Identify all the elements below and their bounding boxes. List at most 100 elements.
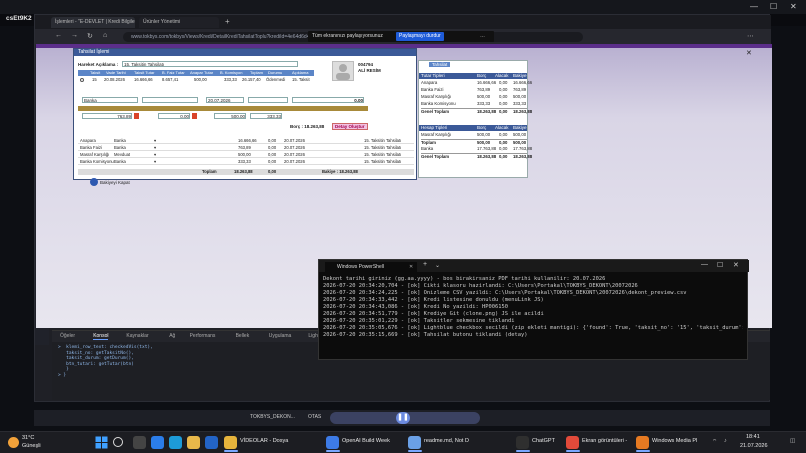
table-row[interactable]: Banka Faizi Banka 763,89 0,00 20.07.2026 15. …	[78, 145, 414, 151]
clock-date: 21.07.2026	[740, 443, 768, 449]
minimize-icon[interactable]: —	[750, 2, 758, 11]
taskbar-app-label[interactable]: Ekran görüntüleri -	[582, 438, 627, 444]
devtools-tab[interactable]: Performans	[190, 333, 216, 339]
dropdown-arrow-icon[interactable]: ▾	[154, 145, 156, 151]
browser-tabbar: İşlemleri - "E-DEVLET | Kredi Bilgileri"…	[35, 15, 771, 29]
taskbar-app-indicator	[516, 450, 530, 452]
table-cell[interactable]: Mevduat	[114, 152, 130, 158]
islem-sub-select[interactable]	[142, 97, 198, 103]
devtools-tab[interactable]: Bellek	[236, 333, 250, 339]
taskbar-app-icon[interactable]	[566, 436, 579, 449]
share-more-icon[interactable]: …	[480, 31, 485, 42]
start-icon[interactable]	[95, 436, 108, 449]
explorer-icon[interactable]	[187, 436, 200, 449]
terminal-dropdown-icon[interactable]: ⌄	[435, 262, 440, 269]
ps-minimize-icon[interactable]: —	[701, 261, 708, 268]
remote-task-2[interactable]: OTAS	[308, 414, 321, 420]
new-tab-icon[interactable]: +	[225, 17, 230, 26]
weather-icon[interactable]	[8, 437, 19, 448]
close-icon[interactable]: ✕	[790, 2, 797, 11]
devtools-tab[interactable]: Ağ	[169, 333, 175, 339]
dropdown-arrow-icon[interactable]: ▾	[154, 138, 156, 144]
home-icon[interactable]: ⌂	[103, 32, 107, 39]
taksit-header: Taksit Vade Tarihi Taksit Tutar B. Faiz …	[78, 70, 314, 76]
volume-icon[interactable]: ♪	[724, 438, 727, 444]
menu-icon[interactable]: ⋯	[747, 32, 754, 40]
hareket-input[interactable]: 15. Taksitin Tahsilatı	[122, 61, 298, 67]
tahsilat-top-button[interactable]: Tahsilat	[429, 62, 451, 67]
faiz-input[interactable]: 763,89	[82, 113, 132, 119]
dekont-tarih-label: Dekont Tarihi	[214, 89, 238, 94]
taskbar-app-icon[interactable]	[224, 436, 237, 449]
browser-tab-2[interactable]: Ürünler Yönetimi	[139, 17, 219, 28]
devtools-tab[interactable]: Konsol	[93, 333, 109, 340]
dekont-tarih-input[interactable]: 20.07.2026	[206, 97, 244, 103]
taskbar-app-label[interactable]: Windows Media Pl	[652, 438, 697, 444]
stop-sharing-button[interactable]: Paylaşmayı durdur	[396, 32, 444, 41]
dropdown-arrow-icon[interactable]: ▾	[154, 159, 156, 165]
console-output[interactable]: > klemi_row_text: checkedVis(txt), taksi…	[58, 345, 358, 395]
rp-cell: 17.763,88	[477, 146, 497, 151]
rp2-row: Banka 17.763,88 0,00 17.763,88	[421, 146, 532, 152]
page-close-icon[interactable]: ✕	[746, 49, 752, 57]
table-cell[interactable]: Banka	[114, 159, 126, 165]
maximize-icon[interactable]: ☐	[770, 2, 777, 11]
bakiye-kapat-icon[interactable]	[90, 178, 98, 186]
dekont-no-input[interactable]	[248, 97, 288, 103]
devtools-tab[interactable]: Uygulama	[269, 333, 292, 339]
table-row[interactable]: Anapara Banka 16.666,66 0,00 20.07.2026 15. T…	[78, 138, 414, 144]
masraf-input[interactable]: 500,00	[214, 113, 246, 119]
tahsilat-tutari-label: Tahsilat Tutarı	[302, 89, 327, 94]
taksit-row[interactable]: 15 20.08.2026 16.666,66 8.657,41 500,00 …	[78, 77, 314, 83]
mail-icon[interactable]	[205, 436, 218, 449]
taskbar-app-icon[interactable]	[408, 436, 421, 449]
search-icon[interactable]	[113, 437, 123, 447]
powershell-output[interactable]: Dekont tarihi giriniz (gg.aa.yyyy) - bos…	[323, 276, 743, 358]
taskbar-app-icon[interactable]	[636, 436, 649, 449]
taksit-radio[interactable]	[80, 78, 84, 82]
taksit-komisyon: 333,33	[224, 77, 237, 82]
taskbar-app-label[interactable]: VİDEOLAR - Dosya	[240, 438, 288, 444]
detay-olustur-button[interactable]: Detay Oluştur	[332, 123, 368, 130]
table-row[interactable]: Masraf Karşılığı Mevduat 500,00 0,00 20.07.2…	[78, 152, 414, 158]
tab-close-icon[interactable]: ✕	[409, 262, 413, 272]
reload-icon[interactable]: ↻	[87, 32, 93, 40]
forward-icon[interactable]: →	[71, 32, 78, 39]
dropdown-arrow-icon[interactable]: ▾	[154, 152, 156, 158]
taskbar-app-label[interactable]: OpenAI Build Week	[342, 438, 390, 444]
pause-icon[interactable]: ❚❚	[396, 412, 410, 424]
browser-tab-1[interactable]: İşlemleri - "E-DEVLET | Kredi Bilgileri"	[51, 17, 135, 28]
devtools-tab[interactable]: Kaynaklar	[126, 333, 148, 339]
komisyon-input[interactable]: 333,33	[250, 113, 282, 119]
taksit-toplam: 26.157,40	[242, 77, 261, 82]
task-view-icon[interactable]	[133, 436, 146, 449]
remote-task-1[interactable]: TOKBYS_DEKON...	[250, 414, 295, 420]
hesap-tipleri-header: Hesap Tipleri Borç Alacak Bakiye	[419, 125, 527, 131]
faiz-remove-icon[interactable]	[134, 113, 139, 119]
tahsilat-tutari-input[interactable]: 0,00	[292, 97, 364, 103]
store-icon[interactable]	[169, 436, 182, 449]
alacak-remove-icon[interactable]	[192, 113, 197, 119]
taskbar-app-label[interactable]: readme.md, Not D	[424, 438, 469, 444]
taskbar-app-label[interactable]: ChatGPT	[532, 438, 555, 444]
edge-icon[interactable]	[151, 436, 164, 449]
notification-icon[interactable]: ◫	[790, 438, 795, 444]
toplam-borc: 18.263,88	[234, 169, 253, 174]
taskbar-app-icon[interactable]	[516, 436, 529, 449]
ps-close-icon[interactable]: ✕	[733, 261, 739, 269]
bakiye-kapat-button[interactable]: Bakiyeyi Kapat	[100, 180, 130, 185]
table-row[interactable]: Banka Komisyonu Banka 333,33 0,00 20.07.2026…	[78, 159, 414, 165]
devtools-tab[interactable]: Öğeler	[60, 333, 75, 339]
wifi-icon[interactable]: ⌔	[712, 438, 717, 445]
ps-maximize-icon[interactable]: ☐	[717, 261, 723, 269]
islem-yeri-select[interactable]: Banka	[82, 97, 138, 103]
back-icon[interactable]: ←	[55, 32, 62, 39]
powershell-tab[interactable]: Windows PowerShell ✕	[325, 262, 417, 272]
table-cell[interactable]: Banka	[114, 145, 126, 151]
new-terminal-tab-icon[interactable]: +	[423, 261, 427, 268]
taskbar-app-icon[interactable]	[326, 436, 339, 449]
alacak-input[interactable]: 0,00	[158, 113, 190, 119]
table-cell[interactable]: Banka	[114, 138, 126, 144]
rp-row: Anapara 16.666,66 0,00 16.666,66	[421, 80, 532, 86]
powershell-window: Windows PowerShell ✕ + ⌄ — ☐ ✕ Dekont ta…	[318, 259, 749, 360]
